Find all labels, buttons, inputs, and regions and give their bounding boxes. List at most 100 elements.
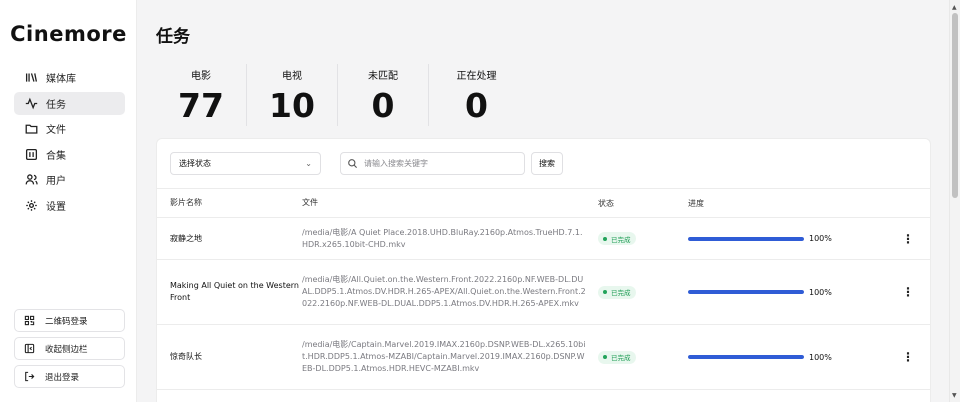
app-window: Cinemore 媒体库 任务 文件 合集 用户 设置 二维码登录 收起侧边栏 … xyxy=(0,0,960,402)
stat-value: 0 xyxy=(371,86,395,125)
stat-tv: 电视 10 xyxy=(247,64,338,126)
row-title: Making All Quiet on the Western Front xyxy=(170,281,299,302)
qrcode-icon xyxy=(24,315,36,327)
progress-bar xyxy=(688,355,804,359)
stat-label: 正在处理 xyxy=(456,71,497,82)
status-badge-label: 已完成 xyxy=(611,235,631,244)
row-title: 寂静之地 xyxy=(170,233,202,243)
row-status: 已完成 xyxy=(598,232,688,245)
stat-unmatched: 未匹配 0 xyxy=(338,64,429,126)
main-content: 任务 电影 77 电视 10 未匹配 0 正在处理 0 选择状态 ⌄ 请输入搜索… xyxy=(137,0,949,402)
status-badge: 已完成 xyxy=(598,232,636,245)
table-row[interactable]: Making All Quiet on the Western Front /m… xyxy=(157,260,930,325)
collapse-sidebar-button[interactable]: 收起侧边栏 xyxy=(14,337,125,360)
users-icon xyxy=(24,173,38,187)
progress-percent: 100% xyxy=(809,352,832,362)
sidebar-item-label: 媒体库 xyxy=(46,74,76,85)
stat-value: 77 xyxy=(178,86,224,125)
table-row[interactable]: 寂静之地 /media/电影/A Quiet Place.2018.UHD.Bl… xyxy=(157,218,930,260)
progress-fill xyxy=(688,236,804,241)
stats-summary: 电影 77 电视 10 未匹配 0 正在处理 0 xyxy=(156,64,524,126)
logout-label: 退出登录 xyxy=(45,372,80,383)
sidebar-item-settings[interactable]: 设置 xyxy=(14,194,125,217)
logout-icon xyxy=(24,371,36,383)
more-options-icon[interactable]: ⋮ xyxy=(888,232,928,246)
chevron-down-icon: ⌄ xyxy=(305,159,312,168)
row-file-path: /media/电影/All.Quiet.on.the.Western.Front… xyxy=(302,275,586,308)
scroll-down-icon[interactable]: ▼ xyxy=(952,392,957,399)
row-file-path: /media/电影/Captain.Marvel.2019.IMAX.2160p… xyxy=(302,340,586,373)
progress-bar xyxy=(688,236,804,241)
sidebar-item-label: 合集 xyxy=(46,150,66,162)
sidebar-item-label: 任务 xyxy=(46,99,66,111)
tasks-card: 选择状态 ⌄ 搜索 影片名称 文件 状态 进度 寂静之地 /media/电影/A… xyxy=(156,138,931,402)
status-select[interactable]: 选择状态 ⌄ xyxy=(170,152,321,175)
status-dot-icon xyxy=(603,290,607,294)
gear-icon xyxy=(24,198,38,212)
column-header-name: 影片名称 xyxy=(170,198,202,207)
status-badge: 已完成 xyxy=(598,350,636,364)
stat-value: 0 xyxy=(465,86,488,125)
column-header-progress: 进度 xyxy=(688,198,704,208)
scroll-up-icon[interactable]: ▲ xyxy=(952,4,957,11)
row-progress: 100% xyxy=(688,234,888,243)
stat-processing: 正在处理 0 xyxy=(429,64,524,126)
sidebar-item-library[interactable]: 媒体库 xyxy=(14,66,125,89)
status-dot-icon xyxy=(603,355,607,359)
stat-value: 10 xyxy=(269,86,315,125)
progress-fill xyxy=(688,290,804,294)
qrcode-login-button[interactable]: 二维码登录 xyxy=(14,309,125,332)
search-icon xyxy=(348,159,358,169)
sidebar-bottom-actions: 二维码登录 收起侧边栏 退出登录 xyxy=(14,309,125,393)
status-badge: 已完成 xyxy=(598,285,636,299)
search-button[interactable]: 搜索 xyxy=(531,152,563,175)
activity-icon xyxy=(24,96,38,110)
sidebar-item-label: 文件 xyxy=(46,125,66,137)
search-input[interactable] xyxy=(364,159,514,168)
sidebar-item-files[interactable]: 文件 xyxy=(14,117,125,140)
status-badge-label: 已完成 xyxy=(611,354,631,362)
status-select-value: 选择状态 xyxy=(179,159,211,168)
scrollbar-thumb[interactable] xyxy=(952,13,958,198)
row-title: 惊奇队长 xyxy=(170,352,202,361)
table-header: 影片名称 文件 状态 进度 xyxy=(157,189,930,218)
page-scrollbar[interactable]: ▲ ▼ xyxy=(949,0,960,402)
more-options-icon[interactable]: ⋮ xyxy=(888,285,928,299)
sidebar-item-users[interactable]: 用户 xyxy=(14,168,125,191)
row-status: 已完成 xyxy=(598,350,688,364)
row-progress: 100% xyxy=(688,353,888,362)
table-row[interactable]: 惊奇队长 /media/电影/Captain.Marvel.2019.IMAX.… xyxy=(157,325,930,390)
stat-movies: 电影 77 xyxy=(156,64,247,126)
sidebar-item-tasks[interactable]: 任务 xyxy=(14,91,125,115)
column-header-status: 状态 xyxy=(598,198,614,208)
library-icon xyxy=(24,71,38,85)
row-progress: 100% xyxy=(688,288,888,297)
collection-icon xyxy=(24,147,38,161)
row-file-path: /media/电影/A Quiet Place.2018.UHD.BluRay.… xyxy=(302,227,583,249)
sidebar-item-label: 设置 xyxy=(46,201,66,213)
stat-label: 未匹配 xyxy=(368,71,398,82)
search-box xyxy=(340,152,525,175)
page-title: 任务 xyxy=(156,27,190,47)
sidebar: Cinemore 媒体库 任务 文件 合集 用户 设置 二维码登录 收起侧边栏 … xyxy=(0,0,137,402)
collapse-sidebar-label: 收起侧边栏 xyxy=(45,344,88,355)
sidebar-nav: 媒体库 任务 文件 合集 用户 设置 xyxy=(14,66,125,220)
sidebar-item-collections[interactable]: 合集 xyxy=(14,143,125,166)
logout-button[interactable]: 退出登录 xyxy=(14,365,125,388)
stat-label: 电视 xyxy=(282,71,302,82)
progress-percent: 100% xyxy=(809,234,832,243)
progress-bar xyxy=(688,290,804,294)
progress-percent: 100% xyxy=(809,287,832,297)
stat-label: 电影 xyxy=(191,71,211,82)
more-options-icon[interactable]: ⋮ xyxy=(888,350,928,364)
column-header-file: 文件 xyxy=(302,198,318,207)
row-status: 已完成 xyxy=(598,285,688,299)
sidebar-collapse-icon xyxy=(24,343,36,355)
filter-bar: 选择状态 ⌄ 搜索 xyxy=(157,139,930,189)
brand-logo[interactable]: Cinemore xyxy=(0,22,137,46)
status-badge-label: 已完成 xyxy=(611,289,631,297)
progress-fill xyxy=(688,355,804,359)
status-dot-icon xyxy=(603,236,607,241)
qrcode-login-label: 二维码登录 xyxy=(45,316,88,327)
folder-icon xyxy=(24,122,38,136)
